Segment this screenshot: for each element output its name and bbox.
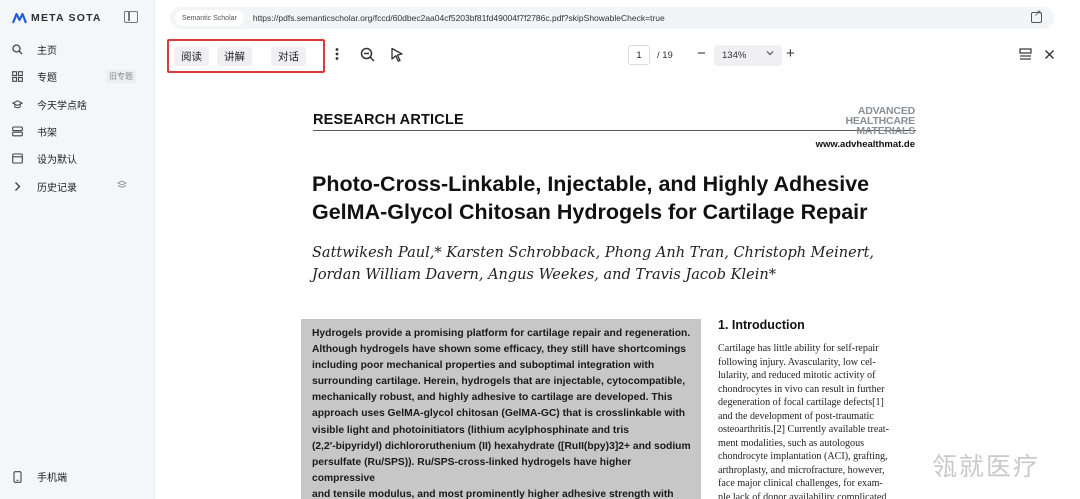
close-icon[interactable] xyxy=(1044,48,1055,63)
more-vertical-icon[interactable] xyxy=(334,47,340,64)
sidebar-item-label: 设为默认 xyxy=(37,155,77,167)
bookshelf-icon xyxy=(12,126,23,137)
search-icon xyxy=(12,44,23,55)
url-text[interactable]: https://pdfs.semanticscholar.org/fccd/60… xyxy=(253,13,665,23)
page-number-input[interactable]: 1 xyxy=(628,45,650,65)
sidebar-item-label: 书架 xyxy=(37,128,57,140)
scrollbar[interactable] xyxy=(1067,40,1073,499)
brand-name: META SOTA xyxy=(31,12,102,24)
sidebar-item-learn-today[interactable]: 今天学点啥 xyxy=(0,91,155,118)
intro-text: Cartilage has little ability for self-re… xyxy=(718,343,889,499)
sidebar-item-label: 历史记录 xyxy=(37,182,77,194)
zoom-out-icon[interactable] xyxy=(360,47,375,65)
page-total: / 19 xyxy=(657,50,673,61)
abstract-box: Hydrogels provide a promising platform f… xyxy=(301,319,701,499)
source-chip[interactable]: Semantic Scholar xyxy=(175,10,244,26)
explain-button[interactable]: 讲解 xyxy=(217,47,252,66)
chat-button[interactable]: 对话 xyxy=(271,47,306,66)
mobile-phone-icon xyxy=(12,470,23,483)
pdf-page: RESEARCH ARTICLE ADVANCED HEALTHCARE MAT… xyxy=(300,90,940,499)
mobile-label: 手机端 xyxy=(37,473,67,484)
sidebar-nav: 主页 专题 旧专题 今天学点啥 书架 设为默认 历史记录 xyxy=(0,36,155,200)
paper-authors: Sattwikesh Paul,* Karsten Schrobback, Ph… xyxy=(312,245,875,283)
article-type: RESEARCH ARTICLE xyxy=(313,112,464,128)
sidebar-item-bookshelf[interactable]: 书架 xyxy=(0,118,155,145)
section-heading: 1. Introduction xyxy=(718,318,805,332)
sidebar-collapse-icon[interactable] xyxy=(124,11,138,23)
sidebar-item-topics[interactable]: 专题 旧专题 xyxy=(0,63,155,90)
brand-logo[interactable]: META SOTA xyxy=(12,10,102,26)
zoom-plus-icon[interactable]: + xyxy=(786,46,795,62)
mode-button-group: 阅读 讲解 对话 xyxy=(167,39,325,73)
sidebar-item-history[interactable]: 历史记录 xyxy=(0,172,155,199)
zoom-value: 134% xyxy=(722,50,747,61)
cursor-select-icon[interactable] xyxy=(390,47,404,65)
url-bar[interactable]: Semantic Scholar https://pdfs.semanticsc… xyxy=(170,7,1054,29)
read-button[interactable]: 阅读 xyxy=(174,47,209,66)
sidebar-item-label: 主页 xyxy=(37,46,57,58)
sidebar: META SOTA 主页 专题 旧专题 今天学点啥 书架 设为默认 历史记录 手… xyxy=(0,0,155,499)
layers-icon[interactable] xyxy=(116,180,128,192)
watermark: 瓴就医疗 xyxy=(932,453,1041,481)
sidebar-item-mobile[interactable]: 手机端 xyxy=(12,469,67,484)
sidebar-item-label: 今天学点啥 xyxy=(37,100,87,112)
zoom-minus-icon[interactable]: − xyxy=(697,46,706,62)
zoom-select[interactable]: 134% xyxy=(714,45,782,66)
paper-title: Photo-Cross-Linkable, Injectable, and Hi… xyxy=(312,172,870,224)
journal-logo: ADVANCED HEALTHCARE MATERIALS xyxy=(845,105,915,137)
sidebar-item-home[interactable]: 主页 xyxy=(0,36,155,63)
chevron-right-icon xyxy=(12,181,23,192)
sidebar-item-label: 专题 xyxy=(37,73,57,85)
browser-window-icon xyxy=(12,153,23,164)
old-topics-badge[interactable]: 旧专题 xyxy=(106,70,136,84)
meta-sota-logo-icon xyxy=(12,12,27,24)
journal-url: www.advhealthmat.de xyxy=(815,139,915,150)
open-external-icon[interactable] xyxy=(1031,8,1042,23)
sidebar-item-set-default[interactable]: 设为默认 xyxy=(0,145,155,172)
layout-toggle-icon[interactable] xyxy=(1019,48,1032,64)
grid-icon xyxy=(12,71,23,83)
header-divider xyxy=(313,130,916,131)
graduation-cap-icon xyxy=(12,99,23,110)
abstract-text: Hydrogels provide a promising platform f… xyxy=(312,328,691,499)
chevron-down-icon xyxy=(766,49,774,58)
